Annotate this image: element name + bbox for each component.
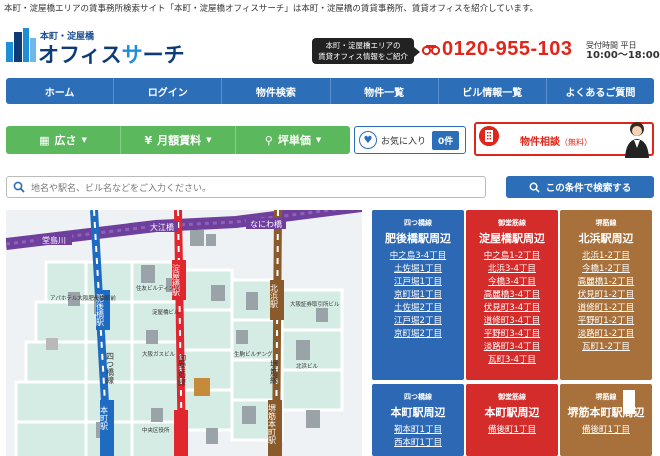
nav-login[interactable]: ログイン	[114, 78, 223, 104]
area-card-higobashi[interactable]: 四つ橋線 肥後橋駅周辺 中之島3-4丁目 土佐堀1丁目 江戸堀1丁目 京町堀1丁…	[372, 210, 464, 380]
street-link[interactable]: 備後町1丁目	[560, 424, 652, 437]
search-submit-button[interactable]: この条件で検索する	[506, 176, 654, 198]
map-label-building: 淀屋橋ビル	[152, 308, 180, 316]
street-link[interactable]: 京町堀1丁目	[372, 289, 464, 302]
map-label-sakaisuji-hommachi-station: 堺筋本町駅	[268, 403, 277, 445]
search-icon	[529, 182, 540, 193]
street-link[interactable]: 淡路町3-4丁目	[466, 341, 558, 354]
nav-building-list[interactable]: ビル情報一覧	[439, 78, 547, 104]
street-link[interactable]: 北浜3-4丁目	[466, 263, 558, 276]
grid-icon: ▦	[39, 133, 50, 147]
nav-property-list[interactable]: 物件一覧	[331, 78, 439, 104]
map-pin-icon: ⚲	[264, 133, 273, 147]
street-link[interactable]: 平野町3-4丁目	[466, 328, 558, 341]
filter-bar: ▦ 広さ ▼ ¥ 月額賃料 ▼ ⚲ 坪単価 ▼	[6, 126, 350, 154]
area-map-svg: 堂島川 大江橋 なにわ橋 肥後橋駅 淀屋橋駅 北浜駅 四つ橋線 御堂筋線 堺筋線…	[6, 210, 362, 456]
map-label-building: アパホテル大阪肥後橋駅前	[50, 294, 116, 302]
map-label-building: 大阪ガスビル	[142, 350, 176, 358]
street-link[interactable]: 伏見町3-4丁目	[466, 302, 558, 315]
building-logo-icon	[6, 28, 36, 62]
map-label-yotsubashi-line: 四つ橋線	[106, 352, 115, 384]
area-card-kitahama[interactable]: 堺筋線 北浜駅周辺 北浜1-2丁目 今橋1-2丁目 高麗橋1-2丁目 伏見町1-…	[560, 210, 652, 380]
favorites-button[interactable]: ♥ お気に入り 0件	[354, 126, 466, 154]
area-card-hommachi-midosuji[interactable]: 御堂筋線 本町駅周辺 備後町1丁目	[466, 384, 558, 456]
favorites-count: 0件	[432, 130, 460, 150]
street-link[interactable]: 京町堀2丁目	[372, 328, 464, 341]
yen-icon: ¥	[144, 133, 153, 147]
map-label-building: 住友ビルディング	[136, 284, 180, 292]
street-link[interactable]: 靭本町1丁目	[372, 424, 464, 437]
staff-avatar	[625, 122, 649, 158]
map-label-doujima: 堂島川	[42, 235, 66, 245]
map-label-ooe-bridge: 大江橋	[150, 222, 174, 232]
map-label-kitahama-station: 北浜駅	[270, 284, 279, 309]
search-placeholder: 地名や駅名、ビル名などをご入力ください。	[31, 183, 212, 194]
business-hours: 受付時間 平日 10:00～18:00	[586, 41, 660, 61]
street-link[interactable]: 江戸堀1丁目	[372, 276, 464, 289]
favorites-label: お気に入り	[381, 136, 427, 147]
street-link[interactable]: 今橋3-4丁目	[466, 276, 558, 289]
site-logo[interactable]: 本町・淀屋橋 オフィスサーチ	[6, 28, 185, 72]
street-link[interactable]: 今橋1-2丁目	[560, 263, 652, 276]
map-label-building: 中央区役所	[142, 426, 170, 434]
street-link[interactable]: 北浜1-2丁目	[560, 250, 652, 263]
street-link[interactable]: 淡路町1-2丁目	[560, 328, 652, 341]
map-label-naniwa-bridge: なにわ橋	[250, 219, 282, 229]
area-card-hommachi-yotsubashi[interactable]: 四つ橋線 本町駅周辺 靭本町1丁目 西本町1丁目	[372, 384, 464, 456]
header-callout: 本町・淀屋橋エリアの 賃貸オフィス情報をご紹介	[312, 38, 420, 64]
phone-number[interactable]: 0120-955-103	[442, 38, 573, 61]
map-label-midosuji-line: 御堂筋線	[178, 353, 187, 386]
map-label-sakaisuji-line: 堺筋線	[270, 359, 279, 384]
heart-icon: ♥	[359, 131, 377, 149]
logo-title: オフィスサーチ	[38, 43, 185, 67]
caret-down-icon: ▼	[315, 136, 322, 144]
street-link[interactable]: 土佐堀1丁目	[372, 263, 464, 276]
street-link[interactable]: 備後町1丁目	[466, 424, 558, 437]
nav-home[interactable]: ホーム	[6, 78, 115, 104]
street-link[interactable]: 西本町1丁目	[372, 437, 464, 450]
street-link[interactable]: 伏見町1-2丁目	[560, 289, 652, 302]
consultation-label: 物件相談（無料）	[520, 137, 592, 148]
map-label-hommachi-station: 本町駅	[100, 405, 109, 431]
street-link[interactable]: 中之島1-2丁目	[466, 250, 558, 263]
caret-down-icon: ▼	[81, 136, 87, 144]
street-link[interactable]: 江戸堀2丁目	[372, 315, 464, 328]
filter-rent-dropdown[interactable]: ¥ 月額賃料 ▼	[121, 126, 236, 154]
area-card-sakaisuji-hommachi[interactable]: 堺筋線 堺筋本町駅周辺 備後町1丁目	[560, 384, 652, 456]
filter-size-dropdown[interactable]: ▦ 広さ ▼	[6, 126, 121, 154]
search-icon	[13, 181, 25, 193]
street-link[interactable]: 道修町1-2丁目	[560, 302, 652, 315]
street-link[interactable]: 高麗橋3-4丁目	[466, 289, 558, 302]
building-icon	[479, 126, 499, 146]
street-link[interactable]: 中之島3-4丁目	[372, 250, 464, 263]
area-card-yodoyabashi[interactable]: 御堂筋線 淀屋橋駅周辺 中之島1-2丁目 北浜3-4丁目 今橋3-4丁目 高麗橋…	[466, 210, 558, 380]
street-link[interactable]: 瓦町3-4丁目	[466, 354, 558, 367]
overlay-patch	[623, 390, 635, 414]
filter-unit-price-dropdown[interactable]: ⚲ 坪単価 ▼	[236, 126, 350, 154]
keyword-search-input[interactable]: 地名や駅名、ビル名などをご入力ください。	[6, 176, 486, 198]
street-link[interactable]: 平野町1-2丁目	[560, 315, 652, 328]
map-label-building: 生駒ビルヂング	[234, 350, 273, 358]
site-tagline: 本町・淀屋橋エリアの賃事務所検索サイト「本町・淀屋橋オフィスサーチ」は本町・淀屋…	[4, 4, 539, 14]
caret-down-icon: ▼	[206, 136, 212, 144]
street-link[interactable]: 瓦町1-2丁目	[560, 341, 652, 354]
street-link[interactable]: 土佐堀2丁目	[372, 302, 464, 315]
page: 本町・淀屋橋エリアの賃事務所検索サイト「本町・淀屋橋オフィスサーチ」は本町・淀屋…	[0, 0, 660, 456]
area-map[interactable]: 堂島川 大江橋 なにわ橋 肥後橋駅 淀屋橋駅 北浜駅 四つ橋線 御堂筋線 堺筋線…	[6, 210, 362, 456]
street-link[interactable]: 道修町3-4丁目	[466, 315, 558, 328]
nav-property-search[interactable]: 物件検索	[222, 78, 331, 104]
street-link[interactable]: 高麗橋1-2丁目	[560, 276, 652, 289]
property-consultation-button[interactable]: 物件相談（無料）	[474, 122, 654, 158]
nav-faq[interactable]: よくあるご質問	[547, 78, 654, 104]
map-label-building: 北浜ビル	[296, 362, 319, 370]
free-dial-icon	[422, 45, 440, 56]
main-nav: ホーム ログイン 物件検索 物件一覧 ビル情報一覧 よくあるご質問	[6, 78, 654, 104]
map-label-building: 大阪証券取引所ビル	[290, 300, 340, 308]
